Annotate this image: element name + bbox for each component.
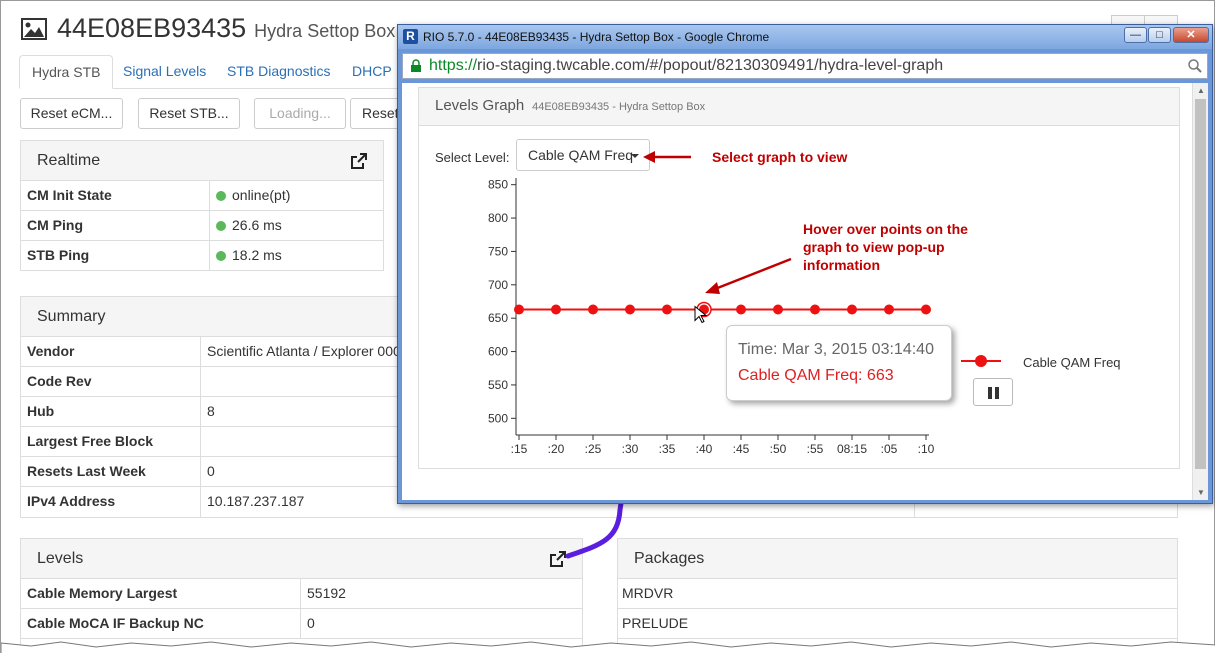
zoom-icon[interactable]: [1187, 58, 1203, 74]
scroll-down-icon[interactable]: ▼: [1197, 488, 1205, 497]
minimize-button[interactable]: —: [1124, 27, 1147, 43]
annotation-arrows-red: [643, 151, 792, 294]
scroll-up-icon[interactable]: ▲: [1197, 86, 1205, 95]
page-viewport: Levels Graph 44E08EB93435 - Hydra Settop…: [402, 83, 1208, 500]
address-bar[interactable]: https://rio-staging.twcable.com/#/popout…: [402, 53, 1208, 79]
popup-window: R RIO 5.7.0 - 44E08EB93435 - Hydra Setto…: [397, 24, 1213, 504]
window-titlebar: R RIO 5.7.0 - 44E08EB93435 - Hydra Setto…: [398, 25, 1212, 49]
scrollbar[interactable]: ▲ ▼: [1192, 83, 1208, 500]
url-path: rio-staging.twcable.com/#/popout/8213030…: [477, 57, 944, 74]
app-icon: R: [403, 29, 418, 44]
window-title: RIO 5.7.0 - 44E08EB93435 - Hydra Settop …: [423, 30, 770, 44]
url-text: https://rio-staging.twcable.com/#/popout…: [429, 57, 943, 75]
close-button[interactable]: ✕: [1173, 27, 1209, 43]
maximize-button[interactable]: □: [1148, 27, 1171, 43]
scrollbar-thumb[interactable]: [1195, 99, 1206, 469]
url-scheme: https://: [429, 57, 478, 74]
lock-icon: [411, 59, 421, 72]
levels-graph-panel: Levels Graph 44E08EB93435 - Hydra Settop…: [418, 87, 1180, 469]
